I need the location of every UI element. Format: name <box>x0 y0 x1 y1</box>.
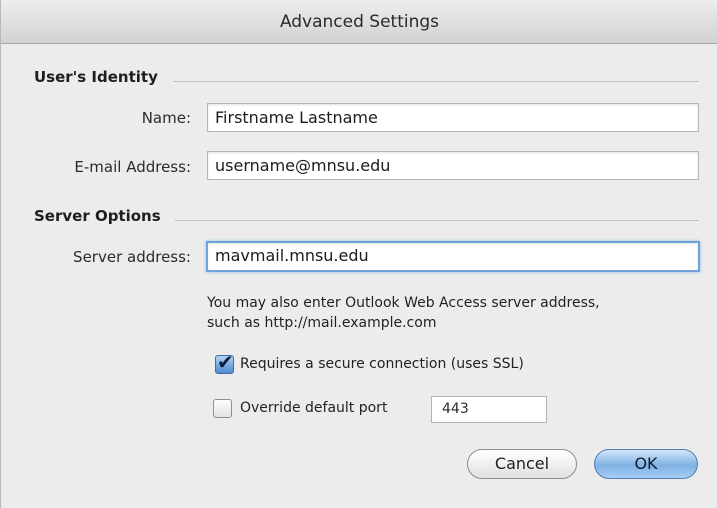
port-field[interactable]: 443 <box>431 396 547 423</box>
help-line: You may also enter Outlook Web Access se… <box>207 295 600 311</box>
section-divider <box>173 81 699 82</box>
server-address-label: Server address: <box>73 248 191 266</box>
advanced-settings-dialog: Advanced Settings User's Identity Name: … <box>0 0 717 508</box>
title-bar[interactable]: Advanced Settings <box>1 0 717 44</box>
ssl-checkbox[interactable]: ✔ <box>215 350 234 374</box>
ok-button[interactable]: OK <box>594 449 698 479</box>
section-header-identity: User's Identity <box>34 68 158 86</box>
section-divider <box>175 220 699 221</box>
email-label: E-mail Address: <box>74 158 191 176</box>
section-header-server: Server Options <box>34 207 161 225</box>
override-port-checkbox[interactable] <box>213 399 232 418</box>
help-line: such as http://mail.example.com <box>207 315 437 331</box>
cancel-button[interactable]: Cancel <box>467 449 577 479</box>
checkmark-icon: ✔ <box>217 350 234 374</box>
email-field[interactable]: username@mnsu.edu <box>207 151 699 180</box>
name-field[interactable]: Firstname Lastname <box>207 103 699 132</box>
server-address-field[interactable]: mavmail.mnsu.edu <box>206 241 700 272</box>
server-help-text: You may also enter Outlook Web Access se… <box>207 293 687 333</box>
name-label: Name: <box>141 109 191 127</box>
override-port-label[interactable]: Override default port <box>240 400 387 416</box>
ssl-checkbox-label[interactable]: Requires a secure connection (uses SSL) <box>240 356 524 372</box>
dialog-title: Advanced Settings <box>279 12 440 32</box>
